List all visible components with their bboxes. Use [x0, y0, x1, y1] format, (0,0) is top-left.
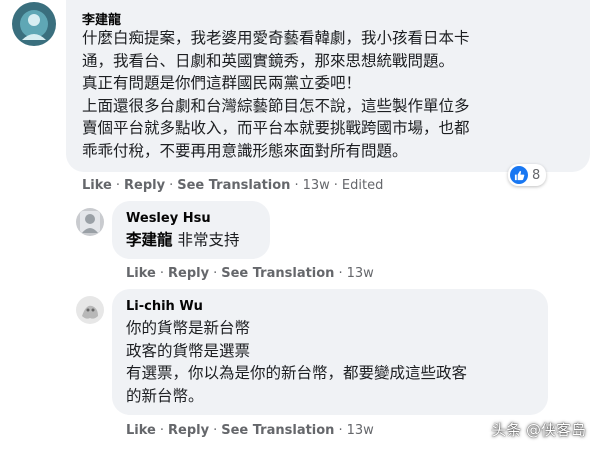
separator-dot: ·: [213, 266, 218, 281]
timestamp[interactable]: 13w: [303, 178, 330, 193]
avatar[interactable]: [76, 208, 104, 236]
comment-actions: Like · Reply · See Translation · 13w: [126, 266, 374, 281]
comment-text: 什麼白痴提案，我老婆用愛奇藝看韓劇，我小孩看日本卡 通，我看台、日劇和英國實鏡秀…: [82, 27, 470, 162]
like-button[interactable]: Like: [126, 423, 156, 438]
reply-button[interactable]: Reply: [124, 178, 165, 193]
comment-line: 有選票，你以為是你的新台幣，都要變成這些政客: [126, 364, 468, 382]
avatar[interactable]: [12, 2, 56, 46]
comment-line: 上面還很多台劇和台灣綜藝節目怎不說，這些製作單位多: [82, 96, 470, 115]
see-translation-button[interactable]: See Translation: [221, 266, 334, 281]
thumbs-up-icon: [510, 166, 528, 184]
comment-line: 非常支持: [177, 231, 240, 249]
like-button[interactable]: Like: [82, 178, 112, 193]
comment-line: 通，我看台、日劇和英國實鏡秀，那來思想統戰問題。: [82, 51, 455, 70]
avatar[interactable]: [76, 296, 104, 324]
comment-author[interactable]: 李建龍: [82, 9, 121, 28]
like-button[interactable]: Like: [126, 266, 156, 281]
separator-dot: ·: [115, 178, 120, 193]
timestamp[interactable]: 13w: [347, 266, 374, 281]
comment-thread: 李建龍 什麼白痴提案，我老婆用愛奇藝看韓劇，我小孩看日本卡 通，我看台、日劇和英…: [0, 0, 600, 450]
comment-actions: Like · Reply · See Translation · 13w · Edited: [82, 178, 383, 193]
comment-text: 李建龍 非常支持: [126, 229, 239, 252]
watermark: 头条 @侠客岛: [491, 421, 586, 439]
profile-picture: [76, 208, 104, 236]
comment-line: 乖乖付稅，不要再用意識形態來面對所有問題。: [82, 141, 408, 160]
comment-line: 真正有問題是你們這群國民兩黨立委吧！: [82, 74, 362, 92]
comment-text: 你的貨幣是新台幣 政客的貨幣是選票 有選票，你以為是你的新台幣，都要變成這些政客…: [126, 317, 467, 407]
comment-line: 賣個平台就多點收入，而平台本就要挑戰跨國市場，也都: [82, 119, 470, 137]
comment-line: 政客的貨幣是選票: [126, 341, 251, 360]
separator-dot: ·: [169, 178, 174, 193]
comment-actions: Like · Reply · See Translation · 13w: [126, 423, 374, 438]
separator-dot: ·: [338, 266, 343, 281]
mention-link[interactable]: 李建龍: [126, 231, 173, 249]
comment-line: 你的貨幣是新台幣: [126, 319, 251, 337]
separator-dot: ·: [159, 266, 164, 281]
comment-line: 的新台幣。: [126, 386, 204, 405]
reply-button[interactable]: Reply: [168, 423, 209, 438]
profile-picture: [76, 296, 104, 324]
see-translation-button[interactable]: See Translation: [221, 423, 334, 438]
profile-picture: [12, 2, 56, 46]
reaction-count: 8: [532, 167, 541, 183]
separator-dot: ·: [213, 423, 218, 438]
reaction-count-badge[interactable]: 8: [508, 164, 547, 186]
comment-line: 什麼白痴提案，我老婆用愛奇藝看韓劇，我小孩看日本卡: [82, 29, 470, 47]
timestamp[interactable]: 13w: [347, 423, 374, 438]
separator-dot: ·: [159, 423, 164, 438]
reply-button[interactable]: Reply: [168, 266, 209, 281]
comment-author[interactable]: Wesley Hsu: [126, 211, 211, 226]
edited-label: Edited: [341, 178, 384, 193]
comment-author[interactable]: Li-chih Wu: [126, 299, 203, 314]
see-translation-button[interactable]: See Translation: [177, 178, 290, 193]
separator-dot: ·: [294, 178, 299, 193]
separator-dot: ·: [333, 178, 338, 193]
separator-dot: ·: [338, 423, 343, 438]
